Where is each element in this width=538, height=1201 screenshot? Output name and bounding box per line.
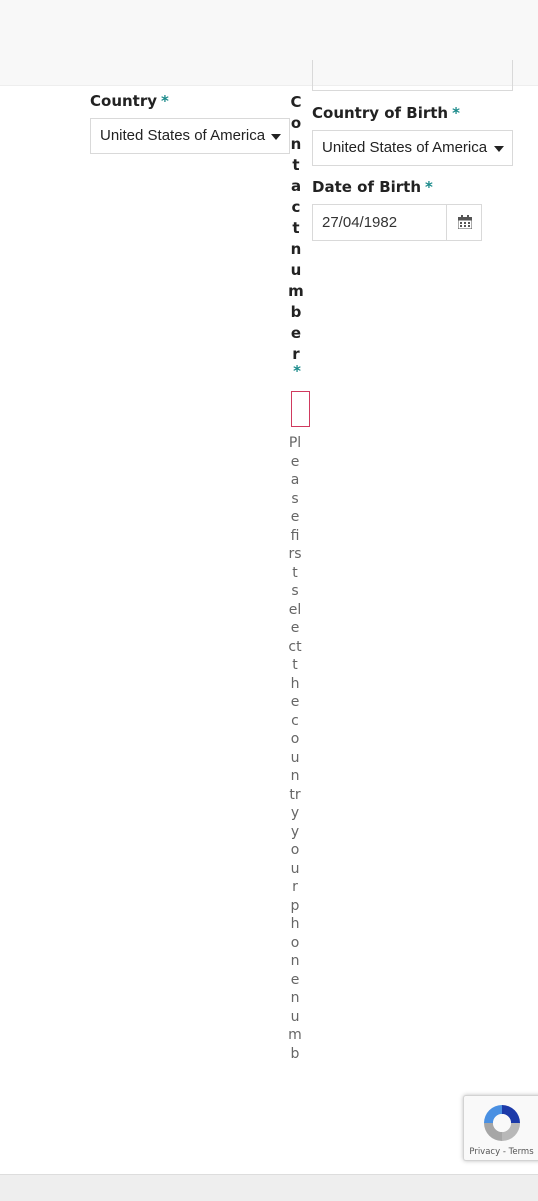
chevron-down-icon	[271, 134, 281, 140]
country-label: Country *	[90, 92, 169, 110]
country-label-text: Country	[90, 92, 158, 110]
country-select[interactable]: United States of America	[90, 118, 290, 154]
previous-field-partial[interactable]	[312, 60, 513, 91]
date-of-birth-input[interactable]: 27/04/1982	[312, 204, 447, 241]
recaptcha-badge[interactable]: Privacy - Terms	[463, 1095, 538, 1161]
recaptcha-links: Privacy - Terms	[464, 1147, 538, 1157]
calendar-icon	[458, 215, 472, 229]
chevron-down-icon	[494, 146, 504, 152]
country-of-birth-label: Country of Birth *	[312, 104, 460, 122]
date-picker-button[interactable]	[446, 204, 482, 241]
required-marker: *	[161, 92, 169, 110]
contact-number-input[interactable]	[291, 391, 310, 427]
contact-number-label: Contact number	[288, 93, 304, 363]
date-of-birth-label-text: Date of Birth	[312, 178, 422, 196]
country-of-birth-label-text: Country of Birth	[312, 104, 449, 122]
recaptcha-privacy-link[interactable]: Privacy	[469, 1147, 500, 1157]
required-marker: *	[425, 178, 433, 196]
required-marker: *	[452, 104, 460, 122]
country-select-value: United States of America	[100, 127, 266, 144]
country-of-birth-select[interactable]: United States of America	[312, 130, 513, 166]
country-of-birth-select-value: United States of America	[322, 139, 488, 156]
bottom-bar	[0, 1174, 538, 1201]
contact-number-required-marker: *	[293, 362, 301, 380]
contact-number-help-text: Please first select the country your pho…	[288, 435, 302, 1062]
recaptcha-separator: -	[500, 1147, 509, 1157]
recaptcha-terms-link[interactable]: Terms	[509, 1147, 534, 1157]
date-of-birth-label: Date of Birth *	[312, 178, 433, 196]
recaptcha-logo-icon	[484, 1105, 520, 1141]
